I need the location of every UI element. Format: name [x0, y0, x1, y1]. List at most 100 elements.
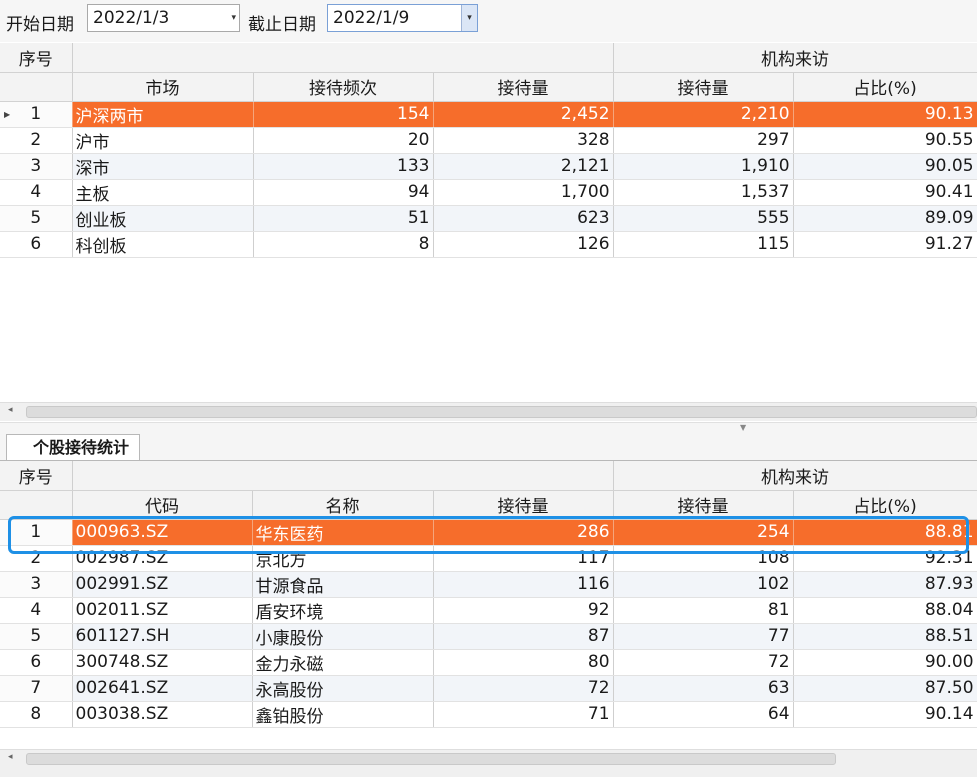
column-header-inst-total[interactable]: 接待量 [613, 490, 794, 520]
market-table: 序号 机构来访 市场 接待频次 接待量 接待量 占比(%) ▶ 1 沪深两市 15… [0, 43, 977, 258]
chevron-down-icon[interactable]: ▾ [231, 5, 236, 31]
total-cell: 2,452 [433, 101, 614, 128]
ratio-cell: 90.05 [793, 153, 977, 180]
column-header-code[interactable]: 代码 [72, 490, 253, 520]
ratio-cell: 92.31 [793, 545, 977, 572]
header-group-inst-visit: 机构来访 [613, 43, 977, 73]
row-index: 1 [30, 104, 42, 124]
total-cell: 286 [433, 519, 614, 546]
freq-cell: 8 [253, 231, 434, 258]
table-row[interactable]: 2 002987.SZ 京北方 117 108 92.31 [0, 545, 977, 572]
bottom-edge [0, 769, 977, 777]
header-group-blank [72, 43, 614, 73]
row-pointer-icon: ▶ [4, 109, 11, 119]
freq-cell: 51 [253, 205, 434, 232]
scrollbar-thumb[interactable] [26, 753, 836, 765]
market-cell: 沪深两市 [72, 101, 254, 128]
ratio-cell: 90.41 [793, 179, 977, 206]
date-toolbar: 开始日期 2022/1/3 ▾ 截止日期 2022/1/9 ▾ [0, 0, 977, 42]
header-blank [0, 72, 73, 102]
column-header-seq[interactable]: 序号 [0, 43, 73, 73]
row-index: 2 [0, 545, 73, 572]
ratio-cell: 88.04 [793, 597, 977, 624]
code-cell: 002641.SZ [72, 675, 253, 702]
table-row[interactable]: 7 002641.SZ 永高股份 72 63 87.50 [0, 675, 977, 702]
table-row[interactable]: 3 深市 133 2,121 1,910 90.05 [0, 153, 977, 180]
inst-cell: 72 [613, 649, 794, 676]
inst-cell: 64 [613, 701, 794, 728]
table-row[interactable]: 4 主板 94 1,700 1,537 90.41 [0, 179, 977, 206]
scroll-left-icon[interactable]: ◂ [8, 752, 13, 762]
tab-stock-visit-stats[interactable]: 个股接待统计 [6, 434, 141, 460]
table-row[interactable]: 3 002991.SZ 甘源食品 116 102 87.93 [0, 571, 977, 598]
end-date-value: 2022/1/9 [333, 8, 410, 28]
code-cell: 601127.SH [72, 623, 253, 650]
inst-cell: 81 [613, 597, 794, 624]
start-date-label: 开始日期 [6, 15, 74, 35]
ratio-cell: 89.09 [793, 205, 977, 232]
start-date-picker[interactable]: 2022/1/3 ▾ [87, 4, 240, 32]
scroll-left-icon[interactable]: ◂ [8, 405, 13, 415]
market-horizontal-scrollbar[interactable]: ◂ [0, 402, 977, 421]
column-header-inst-total[interactable]: 接待量 [613, 72, 794, 102]
row-index: 8 [0, 701, 73, 728]
column-header-ratio[interactable]: 占比(%) [793, 490, 977, 520]
table-row[interactable]: 4 002011.SZ 盾安环境 92 81 88.04 [0, 597, 977, 624]
end-date-label: 截止日期 [248, 15, 316, 35]
chevron-down-icon[interactable]: ▾ [461, 5, 477, 31]
market-cell: 创业板 [72, 205, 254, 232]
row-index: 5 [0, 623, 73, 650]
total-cell: 72 [433, 675, 614, 702]
column-header-seq[interactable]: 序号 [0, 461, 73, 491]
name-cell: 金力永磁 [252, 649, 434, 676]
row-index: 5 [0, 205, 73, 232]
table-row[interactable]: 5 创业板 51 623 555 89.09 [0, 205, 977, 232]
row-index: 6 [0, 649, 73, 676]
ratio-cell: 90.13 [793, 101, 977, 128]
inst-cell: 63 [613, 675, 794, 702]
total-cell: 116 [433, 571, 614, 598]
freq-cell: 94 [253, 179, 434, 206]
inst-cell: 102 [613, 571, 794, 598]
inst-cell: 108 [613, 545, 794, 572]
total-cell: 2,121 [433, 153, 614, 180]
name-cell: 鑫铂股份 [252, 701, 434, 728]
market-cell: 科创板 [72, 231, 254, 258]
column-header-total[interactable]: 接待量 [433, 490, 614, 520]
stock-horizontal-scrollbar[interactable]: ◂ [0, 749, 977, 770]
inst-cell: 297 [613, 127, 794, 154]
name-cell: 盾安环境 [252, 597, 434, 624]
total-cell: 117 [433, 545, 614, 572]
ratio-cell: 90.55 [793, 127, 977, 154]
inst-cell: 77 [613, 623, 794, 650]
scrollbar-thumb[interactable] [26, 406, 977, 418]
code-cell: 000963.SZ [72, 519, 253, 546]
code-cell: 003038.SZ [72, 701, 253, 728]
column-header-total[interactable]: 接待量 [433, 72, 614, 102]
column-header-freq[interactable]: 接待频次 [253, 72, 434, 102]
end-date-picker[interactable]: 2022/1/9 ▾ [327, 4, 478, 32]
tab-bar: 个股接待统计 [0, 432, 977, 461]
column-header-name[interactable]: 名称 [252, 490, 434, 520]
column-header-market[interactable]: 市场 [72, 72, 254, 102]
table-row[interactable]: ▶ 1 沪深两市 154 2,452 2,210 90.13 [0, 101, 977, 128]
ratio-cell: 90.14 [793, 701, 977, 728]
table-row[interactable]: 5 601127.SH 小康股份 87 77 88.51 [0, 623, 977, 650]
column-header-ratio[interactable]: 占比(%) [793, 72, 977, 102]
total-cell: 80 [433, 649, 614, 676]
table-row[interactable]: 6 300748.SZ 金力永磁 80 72 90.00 [0, 649, 977, 676]
header-group-inst-visit: 机构来访 [613, 461, 977, 491]
table-row[interactable]: 2 沪市 20 328 297 90.55 [0, 127, 977, 154]
market-cell: 主板 [72, 179, 254, 206]
table-row[interactable]: 8 003038.SZ 鑫铂股份 71 64 90.14 [0, 701, 977, 728]
total-cell: 623 [433, 205, 614, 232]
table-row[interactable]: 6 科创板 8 126 115 91.27 [0, 231, 977, 258]
splitter-grip-icon[interactable]: ▼ [740, 423, 746, 432]
inst-cell: 1,910 [613, 153, 794, 180]
table-row[interactable]: 1 000963.SZ 华东医药 286 254 88.81 [0, 519, 977, 546]
row-index: 4 [0, 597, 73, 624]
total-cell: 92 [433, 597, 614, 624]
stock-table: 序号 机构来访 代码 名称 接待量 接待量 占比(%) 1 000963.SZ … [0, 461, 977, 728]
row-index: 3 [0, 571, 73, 598]
row-index: 1 [0, 519, 73, 546]
